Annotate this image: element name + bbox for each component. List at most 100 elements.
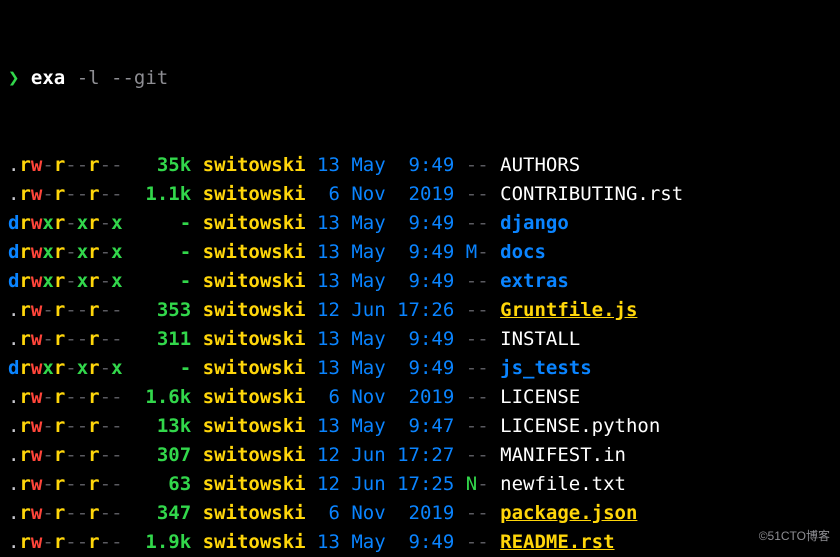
file-size: 13k — [134, 412, 191, 441]
file-date: 6 Nov 2019 — [317, 386, 454, 408]
file-name: django — [500, 212, 569, 234]
file-name: newfile.txt — [500, 473, 626, 495]
perms: drwxr-xr-x — [8, 241, 123, 263]
list-item: .rw-r--r-- 353 switowski 12 Jun 17:26 --… — [8, 296, 832, 325]
list-item: .rw-r--r-- 1.6k switowski 6 Nov 2019 -- … — [8, 383, 832, 412]
file-date: 13 May 9:49 — [317, 241, 454, 263]
file-owner: switowski — [203, 386, 306, 408]
file-owner: switowski — [203, 183, 306, 205]
file-size: 1.6k — [134, 383, 191, 412]
file-size: 63 — [134, 470, 191, 499]
file-size: 1.1k — [134, 180, 191, 209]
git-status: -- — [466, 212, 489, 234]
git-status: N- — [466, 473, 489, 495]
file-date: 13 May 9:47 — [317, 415, 454, 437]
file-date: 12 Jun 17:27 — [317, 444, 454, 466]
perms: drwxr-xr-x — [8, 212, 123, 234]
file-date: 13 May 9:49 — [317, 212, 454, 234]
perms: .rw-r--r-- — [8, 531, 123, 553]
file-name: Gruntfile.js — [500, 299, 637, 321]
file-size: - — [134, 267, 191, 296]
file-date: 12 Jun 17:26 — [317, 299, 454, 321]
file-owner: switowski — [203, 241, 306, 263]
perms: .rw-r--r-- — [8, 328, 123, 350]
prompt-caret: ❯ — [8, 67, 19, 89]
file-date: 13 May 9:49 — [317, 531, 454, 553]
git-status: -- — [466, 386, 489, 408]
watermark-text: ©51CTO博客 — [759, 522, 830, 551]
perms: .rw-r--r-- — [8, 299, 123, 321]
list-item: drwxr-xr-x - switowski 13 May 9:49 -- dj… — [8, 209, 832, 238]
git-status: -- — [466, 444, 489, 466]
perms: .rw-r--r-- — [8, 154, 123, 176]
list-item: .rw-r--r-- 311 switowski 13 May 9:49 -- … — [8, 325, 832, 354]
git-status: -- — [466, 357, 489, 379]
file-size: - — [134, 354, 191, 383]
terminal-output: ❯ exa -l --git .rw-r--r-- 35k switowski … — [0, 0, 840, 557]
git-status: -- — [466, 270, 489, 292]
file-date: 13 May 9:49 — [317, 328, 454, 350]
perms: .rw-r--r-- — [8, 415, 123, 437]
file-owner: switowski — [203, 502, 306, 524]
file-owner: switowski — [203, 357, 306, 379]
file-owner: switowski — [203, 299, 306, 321]
file-date: 13 May 9:49 — [317, 154, 454, 176]
command-name: exa — [31, 67, 65, 89]
list-item: drwxr-xr-x - switowski 13 May 9:49 M- do… — [8, 238, 832, 267]
command-args: -l --git — [77, 67, 169, 89]
list-item: .rw-r--r-- 63 switowski 12 Jun 17:25 N- … — [8, 470, 832, 499]
file-name: README.rst — [500, 531, 614, 553]
file-size: 311 — [134, 325, 191, 354]
git-status: -- — [466, 328, 489, 350]
git-status: -- — [466, 154, 489, 176]
file-date: 13 May 9:49 — [317, 357, 454, 379]
file-owner: switowski — [203, 328, 306, 350]
file-owner: switowski — [203, 531, 306, 553]
file-size: 1.9k — [134, 528, 191, 557]
file-date: 13 May 9:49 — [317, 270, 454, 292]
perms: .rw-r--r-- — [8, 386, 123, 408]
file-name: extras — [500, 270, 569, 292]
list-item: .rw-r--r-- 1.1k switowski 6 Nov 2019 -- … — [8, 180, 832, 209]
file-size: - — [134, 209, 191, 238]
file-listing: .rw-r--r-- 35k switowski 13 May 9:49 -- … — [8, 151, 832, 557]
file-name: CONTRIBUTING.rst — [500, 183, 683, 205]
file-date: 6 Nov 2019 — [317, 502, 454, 524]
file-owner: switowski — [203, 212, 306, 234]
list-item: drwxr-xr-x - switowski 13 May 9:49 -- js… — [8, 354, 832, 383]
list-item: .rw-r--r-- 347 switowski 6 Nov 2019 -- p… — [8, 499, 832, 528]
perms: drwxr-xr-x — [8, 357, 123, 379]
git-status: -- — [466, 502, 489, 524]
list-item: .rw-r--r-- 1.9k switowski 13 May 9:49 --… — [8, 528, 832, 557]
list-item: .rw-r--r-- 307 switowski 12 Jun 17:27 --… — [8, 441, 832, 470]
git-status: -- — [466, 531, 489, 553]
perms: .rw-r--r-- — [8, 183, 123, 205]
prompt-line[interactable]: ❯ exa -l --git — [8, 64, 832, 93]
perms: .rw-r--r-- — [8, 502, 123, 524]
file-date: 12 Jun 17:25 — [317, 473, 454, 495]
list-item: .rw-r--r-- 35k switowski 13 May 9:49 -- … — [8, 151, 832, 180]
file-size: 307 — [134, 441, 191, 470]
perms: .rw-r--r-- — [8, 473, 123, 495]
file-name: js_tests — [500, 357, 592, 379]
file-date: 6 Nov 2019 — [317, 183, 454, 205]
file-name: MANIFEST.in — [500, 444, 626, 466]
file-name: AUTHORS — [500, 154, 580, 176]
file-size: 347 — [134, 499, 191, 528]
file-owner: switowski — [203, 415, 306, 437]
file-name: LICENSE.python — [500, 415, 660, 437]
git-status: M- — [466, 241, 489, 263]
git-status: -- — [466, 299, 489, 321]
perms: drwxr-xr-x — [8, 270, 123, 292]
file-name: INSTALL — [500, 328, 580, 350]
file-name: docs — [500, 241, 546, 263]
git-status: -- — [466, 183, 489, 205]
perms: .rw-r--r-- — [8, 444, 123, 466]
file-size: 35k — [134, 151, 191, 180]
file-owner: switowski — [203, 473, 306, 495]
file-owner: switowski — [203, 154, 306, 176]
file-size: 353 — [134, 296, 191, 325]
list-item: drwxr-xr-x - switowski 13 May 9:49 -- ex… — [8, 267, 832, 296]
file-size: - — [134, 238, 191, 267]
file-owner: switowski — [203, 444, 306, 466]
